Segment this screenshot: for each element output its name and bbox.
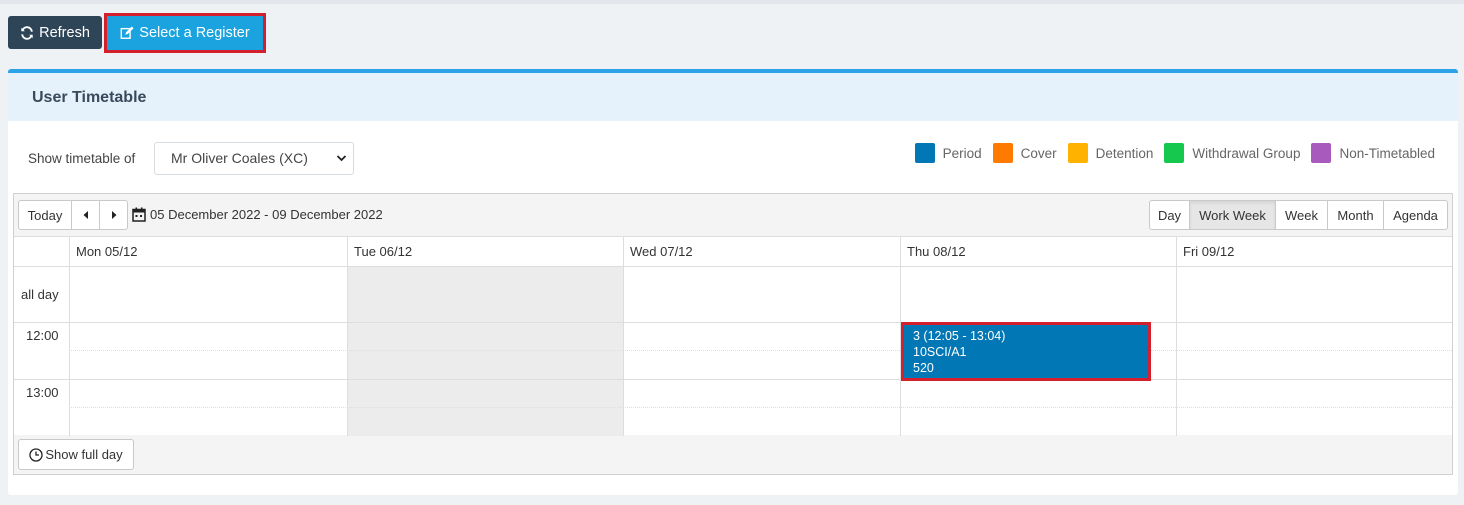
legend-label: Detention [1095, 145, 1154, 161]
show-full-day-label: Show full day [45, 447, 123, 462]
user-select[interactable]: Mr Oliver Coales (XC) [154, 142, 354, 175]
legend-item-detention: Detention [1067, 143, 1154, 163]
legend-item-period: Period [914, 143, 982, 163]
legend-item-non-timetabled: Non-Timetabled [1311, 143, 1435, 163]
refresh-icon [21, 25, 33, 40]
date-range: 05 December 2022 - 09 December 2022 [132, 207, 383, 222]
day-header-thu: Thu 08/12 [907, 244, 966, 259]
legend-item-withdrawal-group: Withdrawal Group [1164, 143, 1300, 163]
period-event[interactable]: 3 (12:05 - 13:04) 10SCI/A1 520 [901, 322, 1151, 381]
legend-item-cover: Cover [992, 143, 1057, 163]
time-label-13: 13:00 [26, 385, 59, 400]
legend-swatch [1164, 143, 1185, 163]
legend-label: Period [942, 145, 982, 161]
refresh-button[interactable]: Refresh [8, 16, 102, 49]
date-range-label: 05 December 2022 - 09 December 2022 [150, 207, 383, 222]
all-day-label: all day [21, 287, 59, 302]
view-label: Agenda [1393, 207, 1438, 223]
view-week-button[interactable]: Week [1275, 200, 1328, 230]
chevron-down-icon [336, 143, 347, 187]
legend-swatch [992, 143, 1013, 163]
panel-title: User Timetable [32, 89, 147, 106]
legend-swatch [1067, 143, 1088, 163]
legend-label: Withdrawal Group [1192, 145, 1301, 161]
day-header-tue: Tue 06/12 [354, 244, 413, 259]
view-label: Work Week [1199, 207, 1266, 223]
view-agenda-button[interactable]: Agenda [1383, 200, 1448, 230]
grid-line [14, 379, 1452, 380]
view-label: Day [1157, 207, 1182, 223]
event-time: 3 (12:05 - 13:04) [913, 329, 1006, 343]
today-label: Today [27, 207, 63, 223]
legend-label: Cover [1020, 145, 1057, 161]
week-grid: Mon 05/12 Tue 06/12 Wed 07/12 Thu 08/12 … [14, 236, 1452, 436]
day-header-wed: Wed 07/12 [630, 244, 693, 259]
today-button[interactable]: Today [18, 200, 72, 230]
next-button[interactable] [99, 200, 128, 230]
grid-line [69, 407, 1452, 408]
legend: Period Cover Detention Withdrawal Group … [904, 143, 1435, 163]
view-month-button[interactable]: Month [1327, 200, 1384, 230]
grid-line [14, 266, 1452, 267]
select-register-label: Select a Register [139, 25, 250, 41]
calendar-toolbar: Today 05 December 2022 - 09 December 202… [14, 194, 1452, 236]
view-day-button[interactable]: Day [1149, 200, 1190, 230]
day-header-fri: Fri 09/12 [1183, 244, 1235, 259]
grid-line [69, 350, 1452, 351]
legend-swatch [1311, 143, 1332, 163]
legend-swatch [914, 143, 935, 163]
calendar-icon [132, 207, 146, 222]
event-room: 520 [913, 361, 934, 375]
show-timetable-label: Show timetable of [28, 151, 136, 166]
view-label: Month [1337, 207, 1374, 223]
user-select-value: Mr Oliver Coales (XC) [171, 150, 308, 166]
legend-label: Non-Timetabled [1339, 145, 1435, 161]
highlighted-day-column [347, 267, 623, 436]
refresh-label: Refresh [39, 24, 90, 41]
edit-icon [120, 26, 134, 39]
view-work-week-button[interactable]: Work Week [1189, 200, 1276, 230]
day-header-mon: Mon 05/12 [76, 244, 138, 259]
caret-left-icon [83, 211, 88, 219]
clock-icon [29, 447, 43, 462]
top-strip [0, 0, 1464, 4]
grid-line [14, 322, 1452, 323]
prev-button[interactable] [71, 200, 100, 230]
show-full-day-button[interactable]: Show full day [18, 439, 134, 470]
select-register-button[interactable]: Select a Register [104, 13, 266, 53]
panel-header: User Timetable [8, 73, 1458, 121]
user-timetable-panel: User Timetable Show timetable of Mr Oliv… [8, 69, 1458, 495]
view-label: Week [1285, 207, 1318, 223]
event-class: 10SCI/A1 [913, 345, 967, 359]
calendar: Today 05 December 2022 - 09 December 202… [13, 193, 1453, 475]
caret-right-icon [111, 211, 116, 219]
time-label-12: 12:00 [26, 328, 59, 343]
